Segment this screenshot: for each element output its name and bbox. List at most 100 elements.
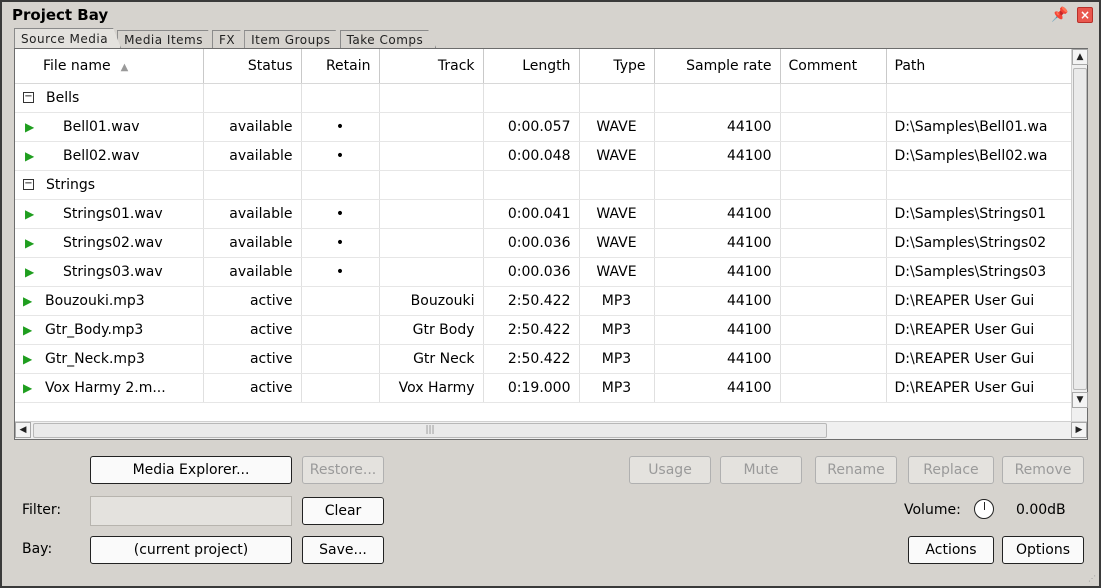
cell-status: available (203, 141, 302, 171)
play-icon[interactable]: ▶ (23, 323, 37, 337)
cell-track (379, 112, 484, 142)
table-row[interactable]: ▶ Strings01.wav available • 0:00.041 WAVE 4410… (15, 199, 1076, 229)
cell-length (483, 170, 580, 200)
cell-rate: 44100 (654, 257, 781, 287)
play-icon[interactable]: ▶ (25, 265, 39, 279)
file-name: Bells (46, 89, 80, 106)
table-row[interactable]: ▶ Bell01.wav available • 0:00.057 WAVE 44100 D:… (15, 112, 1076, 142)
clear-button[interactable]: Clear (302, 497, 384, 525)
cell-track (379, 199, 484, 229)
media-list[interactable]: File name ▲ Status Retain Track Length Ty… (14, 48, 1088, 440)
vertical-scrollbar[interactable]: ▲ ▼ (1071, 49, 1088, 423)
cell-length: 0:00.041 (483, 199, 580, 229)
cell-type: WAVE (579, 112, 655, 142)
column-header-file-name[interactable]: File name ▲ (15, 49, 204, 84)
column-header-retain[interactable]: Retain (301, 49, 380, 84)
tab-item-groups[interactable]: Item Groups (244, 30, 343, 48)
restore-button[interactable]: Restore... (302, 456, 384, 484)
column-header-comment[interactable]: Comment (780, 49, 887, 84)
play-icon[interactable]: ▶ (23, 381, 37, 395)
scroll-down-icon[interactable]: ▼ (1072, 392, 1088, 408)
cell-track (379, 257, 484, 287)
filter-input[interactable] (90, 496, 292, 526)
play-icon[interactable]: ▶ (25, 149, 39, 163)
usage-button[interactable]: Usage (629, 456, 711, 484)
rename-button[interactable]: Rename (815, 456, 897, 484)
cell-file-name: ▶ Bell02.wav (15, 141, 204, 171)
volume-knob[interactable] (974, 499, 994, 519)
cell-retain: • (301, 141, 380, 171)
column-header-length[interactable]: Length (483, 49, 580, 84)
cell-comment (780, 344, 887, 374)
resize-grip-icon[interactable]: ⋰ (1088, 574, 1096, 583)
play-icon[interactable]: ▶ (25, 207, 39, 221)
cell-status (203, 83, 302, 113)
table-row[interactable]: ▶ Vox Harmy 2.m... active Vox Harmy 0:19.000… (15, 373, 1076, 403)
sort-ascending-icon: ▲ (120, 61, 129, 73)
save-button[interactable]: Save... (302, 536, 384, 564)
play-icon[interactable]: ▶ (25, 120, 39, 134)
cell-path: D:\REAPER User Gui (886, 344, 1076, 374)
table-row[interactable]: ▶ Strings02.wav available • 0:00.036 WAVE 4410… (15, 228, 1076, 258)
project-bay-window: Project Bay 📌 × Source Media Media Items F… (0, 0, 1101, 588)
actions-button[interactable]: Actions (908, 536, 994, 564)
remove-button[interactable]: Remove (1002, 456, 1084, 484)
folder-row[interactable]: − Bells (15, 83, 1076, 113)
horizontal-scrollbar[interactable]: ◀ ||| ▶ (15, 421, 1087, 439)
column-header-track[interactable]: Track (379, 49, 484, 84)
tab-take-comps[interactable]: Take Comps (340, 30, 437, 48)
pin-icon[interactable]: 📌 (1049, 4, 1071, 26)
column-header-sample-rate[interactable]: Sample rate (654, 49, 781, 84)
cell-track (379, 228, 484, 258)
table-row[interactable]: ▶ Bouzouki.mp3 active Bouzouki 2:50.422 MP3 44… (15, 286, 1076, 316)
tab-media-items[interactable]: Media Items (117, 30, 216, 48)
cell-file-name: ▶ Bouzouki.mp3 (15, 286, 204, 316)
file-name: Bell02.wav (63, 147, 140, 164)
tab-source-media[interactable]: Source Media (14, 28, 121, 48)
play-icon[interactable]: ▶ (25, 236, 39, 250)
cell-file-name: − Bells (15, 83, 204, 113)
replace-button[interactable]: Replace (908, 456, 994, 484)
bay-select-button[interactable]: (current project) (90, 536, 292, 564)
cell-rate: 44100 (654, 228, 781, 258)
cell-comment (780, 112, 887, 142)
table-row[interactable]: ▶ Gtr_Neck.mp3 active Gtr Neck 2:50.422 MP3 44… (15, 344, 1076, 374)
play-icon[interactable]: ▶ (23, 294, 37, 308)
cell-path: D:\REAPER User Gui (886, 286, 1076, 316)
cell-status: active (203, 315, 302, 345)
cell-path: D:\REAPER User Gui (886, 373, 1076, 403)
table-row[interactable]: ▶ Strings03.wav available • 0:00.036 WAVE 4410… (15, 257, 1076, 287)
folder-row[interactable]: − Strings (15, 170, 1076, 200)
options-button[interactable]: Options (1002, 536, 1084, 564)
column-header-type[interactable]: Type (579, 49, 655, 84)
collapse-icon[interactable]: − (23, 179, 34, 190)
window-title: Project Bay (12, 6, 109, 24)
cell-length: 2:50.422 (483, 344, 580, 374)
scroll-left-icon[interactable]: ◀ (15, 422, 31, 438)
scroll-right-icon[interactable]: ▶ (1071, 422, 1087, 438)
file-name: Bouzouki.mp3 (45, 292, 145, 309)
tab-fx[interactable]: FX (212, 30, 248, 48)
cell-length (483, 83, 580, 113)
cell-file-name: ▶ Bell01.wav (15, 112, 204, 142)
column-header-path[interactable]: Path (886, 49, 1076, 84)
close-icon[interactable]: × (1077, 7, 1093, 23)
cell-type: WAVE (579, 141, 655, 171)
cell-path (886, 170, 1076, 200)
horizontal-scroll-thumb[interactable]: ||| (33, 423, 827, 438)
cell-comment (780, 83, 887, 113)
scroll-up-icon[interactable]: ▲ (1072, 49, 1088, 65)
table-row[interactable]: ▶ Bell02.wav available • 0:00.048 WAVE 44100 D:… (15, 141, 1076, 171)
cell-track: Vox Harmy (379, 373, 484, 403)
collapse-icon[interactable]: − (23, 92, 34, 103)
mute-button[interactable]: Mute (720, 456, 802, 484)
vertical-scroll-thumb[interactable] (1073, 68, 1087, 390)
table-row[interactable]: ▶ Gtr_Body.mp3 active Gtr Body 2:50.422 MP3 44… (15, 315, 1076, 345)
media-explorer-button[interactable]: Media Explorer... (90, 456, 292, 484)
cell-length: 0:00.048 (483, 141, 580, 171)
cell-type (579, 170, 655, 200)
play-icon[interactable]: ▶ (23, 352, 37, 366)
cell-type (579, 83, 655, 113)
cell-comment (780, 257, 887, 287)
column-header-status[interactable]: Status (203, 49, 302, 84)
